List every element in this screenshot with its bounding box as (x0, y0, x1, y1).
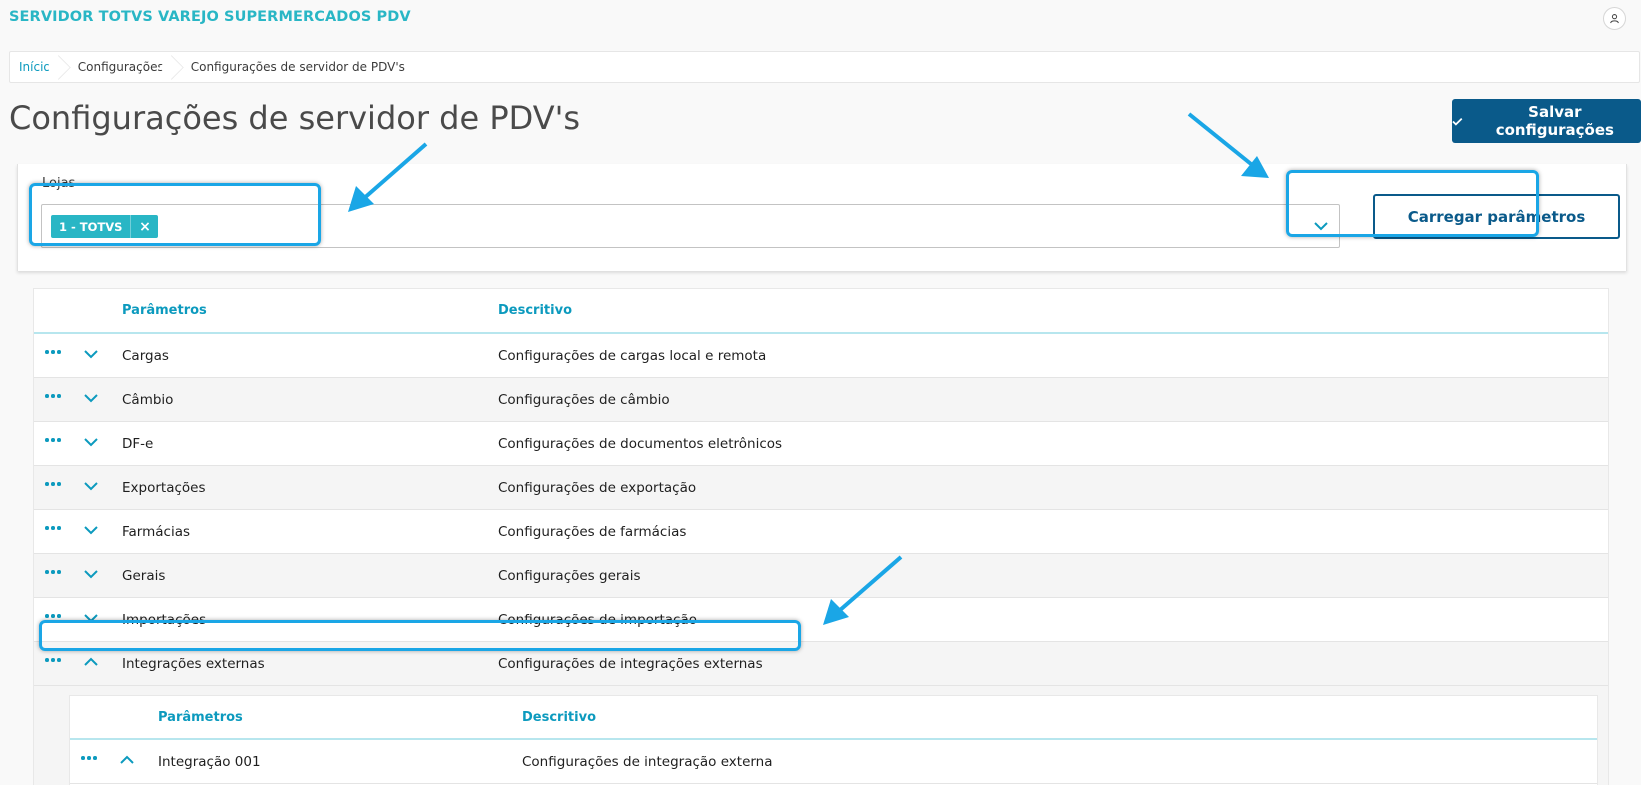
table-row[interactable]: Integração 001 Configurações de integraçã… (70, 740, 1597, 784)
table-row[interactable]: Cargas Configurações de cargas local e re… (34, 334, 1608, 378)
chevron-down-icon[interactable] (83, 434, 99, 450)
cell-parameter: Exportações (122, 479, 206, 496)
more-options-icon[interactable] (45, 656, 65, 664)
more-options-icon[interactable] (45, 436, 65, 444)
check-icon (1452, 117, 1463, 126)
cell-description: Configurações de cargas local e remota (498, 347, 767, 364)
chevron-down-icon[interactable] (83, 522, 99, 538)
annotation-box-integrations-row (39, 620, 801, 651)
annotation-arrow-icon (823, 555, 903, 625)
breadcrumb: Início Configurações Configurações de se… (9, 51, 1640, 83)
user-icon (1610, 14, 1619, 24)
more-options-icon[interactable] (45, 392, 65, 400)
breadcrumb-item-configuracoes[interactable]: Configurações (64, 52, 177, 82)
cell-description: Configurações de integração externa (522, 753, 773, 770)
cell-parameter: Câmbio (122, 391, 174, 408)
column-header-descritivo[interactable]: Descritivo (498, 303, 572, 318)
cell-description: Configurações de exportação (498, 479, 697, 496)
cell-parameter: Integração 001 (158, 753, 261, 770)
cell-description: Configurações de farmácias (498, 523, 687, 540)
app-title: SERVIDOR TOTVS VAREJO SUPERMERCADOS PDV (9, 9, 411, 25)
cell-parameter: Integrações externas (122, 655, 265, 672)
more-options-icon[interactable] (45, 524, 65, 532)
breadcrumb-item-current: Configurações de servidor de PDV's (190, 60, 405, 74)
more-options-icon[interactable] (45, 480, 65, 488)
cell-description: Configurações de documentos eletrônicos (498, 435, 783, 452)
page-title: Configurações de servidor de PDV's (9, 99, 581, 137)
chevron-down-icon[interactable] (83, 478, 99, 494)
sub-column-header-parametros[interactable]: Parâmetros (158, 710, 243, 725)
annotation-box-load-button (1286, 170, 1539, 237)
chevron-up-icon[interactable] (119, 752, 135, 768)
cell-parameter: DF-e (122, 435, 154, 452)
table-row[interactable]: DF-e Configurações de documentos eletrôni… (34, 422, 1608, 466)
parameters-table: Parâmetros Descritivo Cargas Configuraçõe… (33, 288, 1609, 785)
chevron-up-icon[interactable] (83, 654, 99, 670)
chevron-down-icon[interactable] (83, 566, 99, 582)
cell-description: Configurações de câmbio (498, 391, 670, 408)
more-options-icon[interactable] (45, 612, 65, 620)
more-options-icon[interactable] (81, 754, 101, 762)
more-options-icon[interactable] (45, 568, 65, 576)
cell-parameter: Cargas (122, 347, 169, 364)
chevron-down-icon[interactable] (83, 346, 99, 362)
table-row[interactable]: Farmácias Configurações de farmácias (34, 510, 1608, 554)
sub-column-header-descritivo[interactable]: Descritivo (522, 710, 596, 725)
annotation-arrow-icon (348, 142, 428, 212)
cell-description: Configurações de integrações externas (498, 655, 763, 672)
column-header-parametros[interactable]: Parâmetros (122, 303, 207, 318)
breadcrumb-item-inicio[interactable]: Início (10, 52, 64, 82)
sub-parameters-table: Parâmetros Descritivo Integração 001 Conf… (69, 695, 1598, 785)
save-configurations-button[interactable]: Salvar configurações (1452, 99, 1641, 143)
table-row[interactable]: Câmbio Configurações de câmbio (34, 378, 1608, 422)
table-header: Parâmetros Descritivo (34, 289, 1608, 334)
cell-description: Configurações gerais (498, 567, 641, 584)
more-options-icon[interactable] (45, 348, 65, 356)
annotation-arrow-icon (1187, 112, 1269, 178)
save-button-label: Salvar configurações (1495, 103, 1614, 139)
annotation-box-stores (29, 183, 321, 246)
user-menu-button[interactable] (1603, 7, 1626, 30)
sub-table-header: Parâmetros Descritivo (70, 696, 1597, 740)
expanded-detail-area: Parâmetros Descritivo Integração 001 Conf… (34, 686, 1608, 785)
chevron-down-icon[interactable] (83, 390, 99, 406)
cell-parameter: Gerais (122, 567, 166, 584)
cell-parameter: Farmácias (122, 523, 191, 540)
table-row[interactable]: Exportações Configurações de exportação (34, 466, 1608, 510)
